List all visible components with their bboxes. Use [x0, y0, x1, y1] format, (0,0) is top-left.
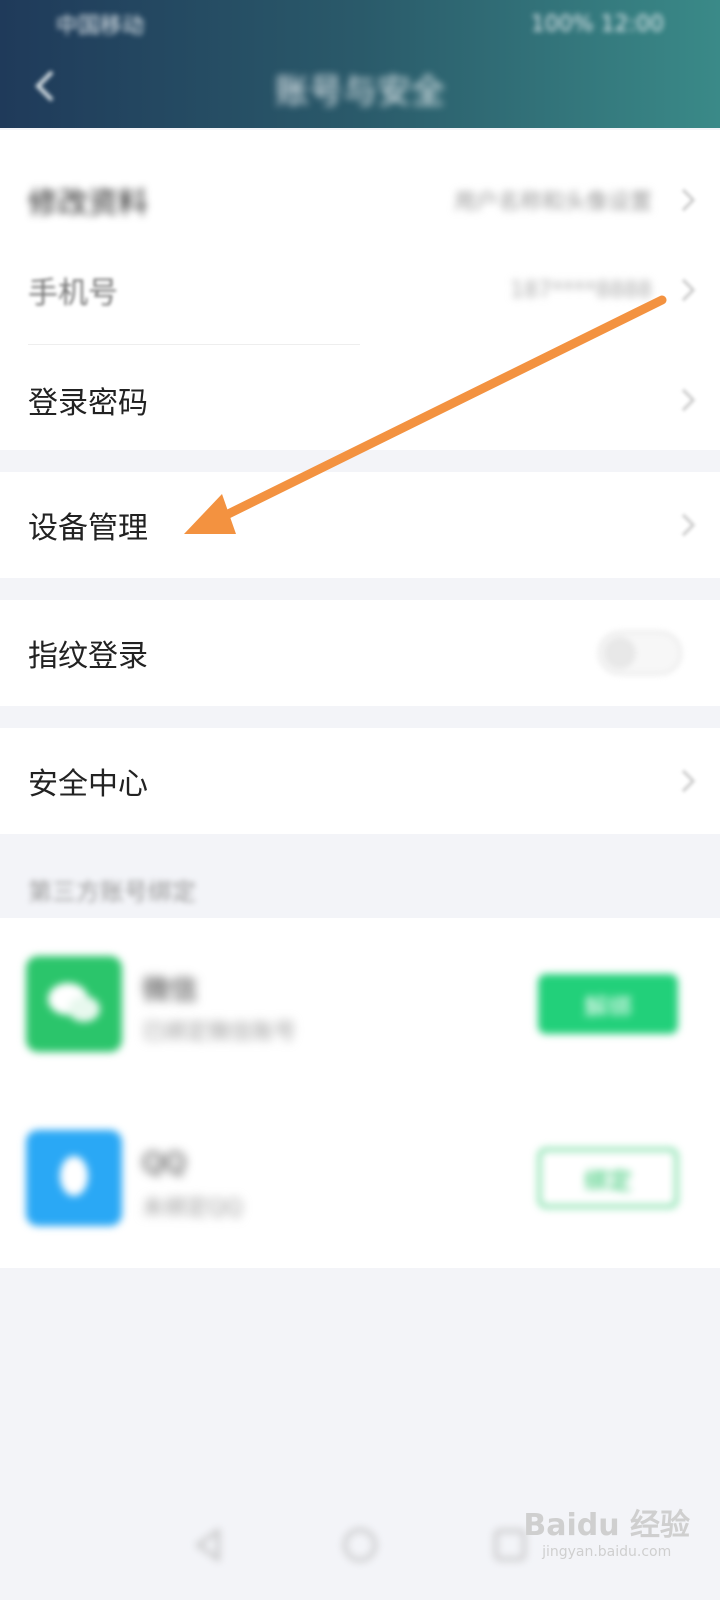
watermark-logo: Baidu 经验: [523, 1508, 690, 1543]
chevron-right-icon: [672, 188, 696, 212]
row-divider: [28, 344, 360, 345]
account-card: 修改资料 用户名称和头像设置 手机号 187****8888 登录密码: [0, 130, 720, 450]
device-management-label: 设备管理: [28, 511, 148, 546]
security-card: 安全中心: [0, 728, 720, 834]
chevron-right-icon: [672, 278, 696, 302]
nav-home-icon[interactable]: [340, 1525, 380, 1565]
qq-name: QQ: [142, 1146, 187, 1179]
security-center-label: 安全中心: [28, 767, 148, 802]
phone-row[interactable]: 手机号 187****8888: [0, 240, 720, 340]
account-avatar-row[interactable]: 修改资料 用户名称和头像设置: [0, 150, 720, 250]
qq-subtitle: 未绑定QQ: [142, 1196, 243, 1221]
device-card: 设备管理: [0, 472, 720, 578]
status-right-text: 100% 12:00: [530, 11, 664, 37]
third-party-section-title: 第三方账号绑定: [28, 878, 196, 906]
baidu-watermark: Baidu 经验 jingyan.baidu.com: [523, 1500, 690, 1560]
phone-label: 手机号: [28, 276, 118, 311]
wechat-name: 微信: [142, 973, 199, 1006]
wechat-bind-button[interactable]: 解绑: [538, 974, 678, 1034]
third-party-card: 微信 已绑定微信账号 解绑 QQ 未绑定QQ 绑定: [0, 918, 720, 1268]
device-management-row[interactable]: 设备管理: [0, 472, 720, 578]
wechat-subtitle: 已绑定微信账号: [142, 1020, 297, 1045]
watermark-url: jingyan.baidu.com: [542, 1544, 672, 1560]
fingerprint-card: 指纹登录: [0, 600, 720, 706]
fingerprint-login-label: 指纹登录: [28, 639, 148, 674]
nav-back-icon[interactable]: [190, 1525, 230, 1565]
phone-value: 187****8888: [510, 277, 652, 303]
fingerprint-toggle[interactable]: [598, 631, 682, 675]
qq-icon: [26, 1130, 122, 1226]
qq-bind-button[interactable]: 绑定: [538, 1148, 678, 1208]
login-password-label: 登录密码: [28, 386, 148, 421]
carrier-text: 中国移动: [56, 14, 145, 39]
header-bar: 中国移动 100% 12:00 账号与安全: [0, 0, 720, 128]
login-password-row[interactable]: 登录密码: [0, 350, 720, 450]
wechat-icon: [26, 956, 122, 1052]
security-center-row[interactable]: 安全中心: [0, 728, 720, 834]
page-title: 账号与安全: [275, 72, 445, 112]
account-avatar-value: 用户名称和头像设置: [453, 190, 652, 215]
account-avatar-label: 修改资料: [28, 186, 148, 221]
fingerprint-login-row: 指纹登录: [0, 600, 720, 706]
status-bar: 中国移动 100% 12:00: [0, 0, 720, 48]
